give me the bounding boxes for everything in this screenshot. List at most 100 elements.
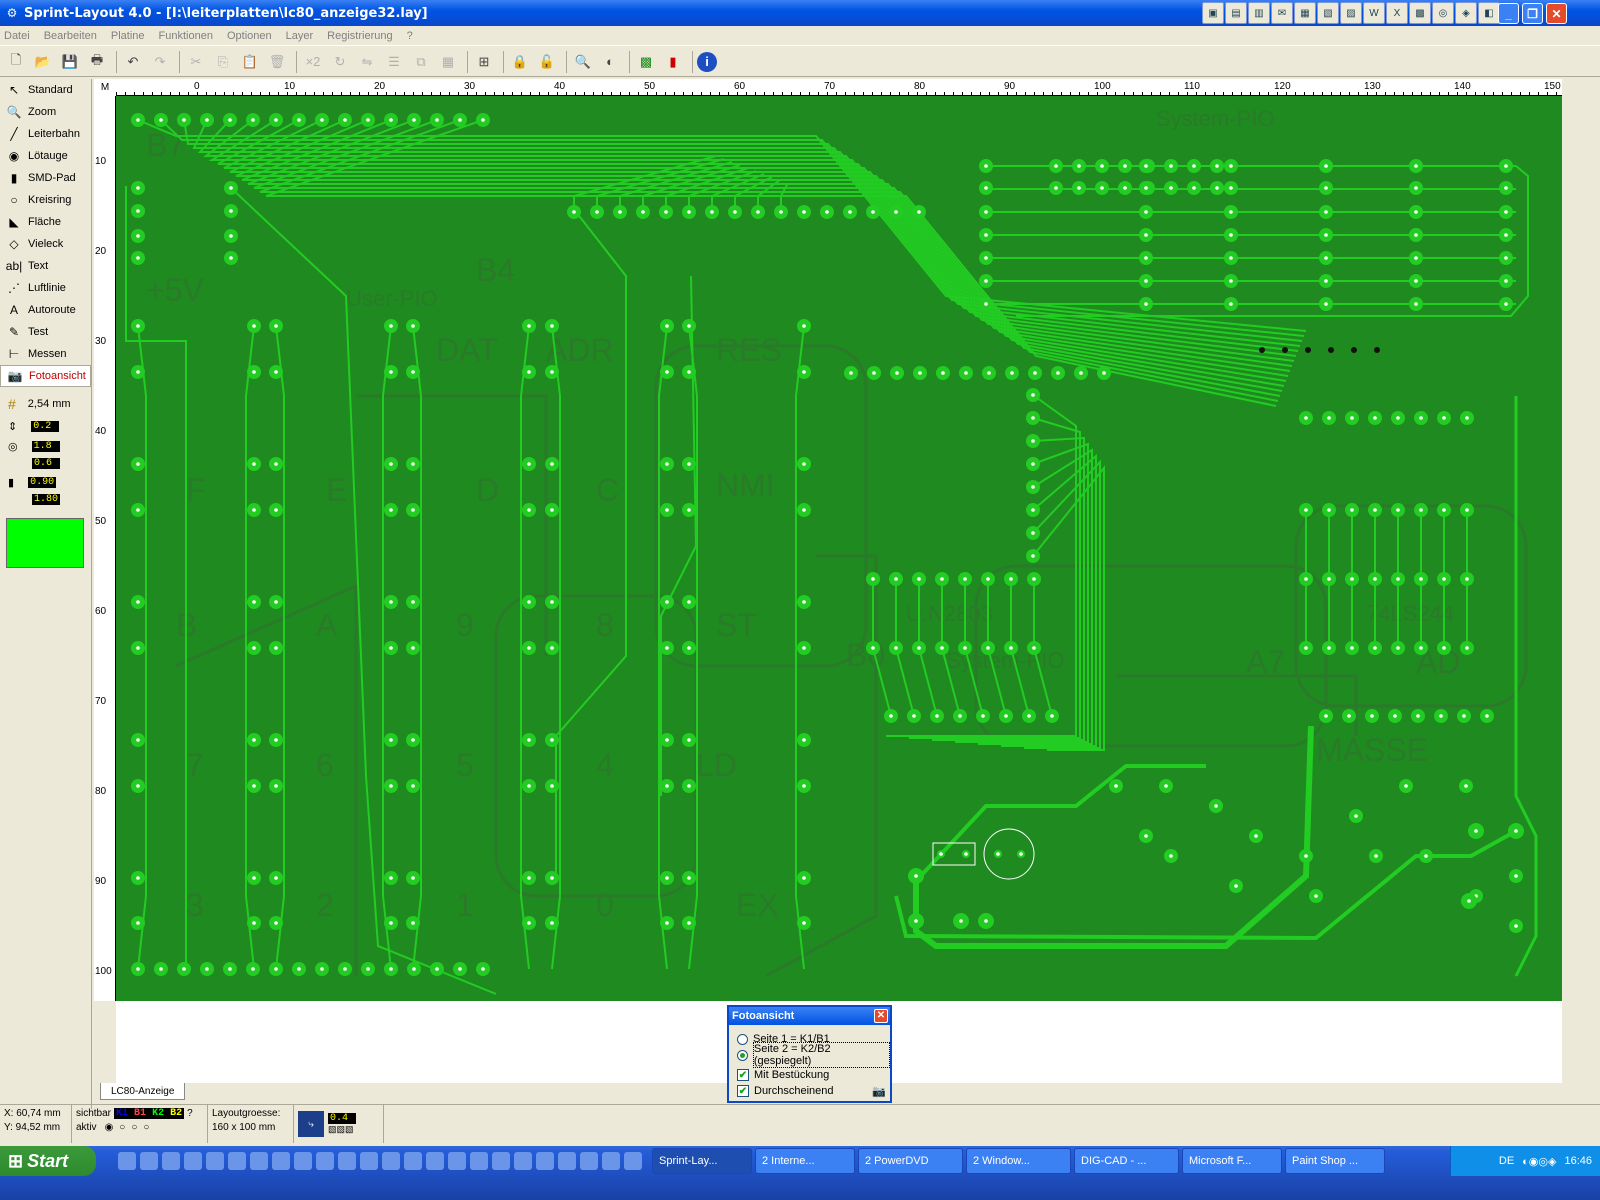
tab-lc80-anzeige[interactable]: LC80-Anzeige: [100, 1083, 186, 1100]
tray-app-icon[interactable]: ▤: [1225, 2, 1247, 24]
copper-track[interactable]: [555, 211, 627, 876]
tool-luftlinie[interactable]: ⋰ Luftlinie: [0, 277, 91, 299]
quicklaunch-icon[interactable]: [118, 1152, 136, 1170]
tool-autoroute[interactable]: A Autoroute: [0, 299, 91, 321]
redo-icon[interactable]: ↷: [148, 50, 172, 74]
tray-app-icon[interactable]: ✉: [1271, 2, 1293, 24]
quicklaunch-icon[interactable]: [404, 1152, 422, 1170]
radio-side-1-control[interactable]: [737, 1033, 748, 1045]
silkscreen-line[interactable]: [356, 394, 548, 656]
tool-zoom[interactable]: 🔍 Zoom: [0, 101, 91, 123]
checkbox-durchscheinend[interactable]: ✔ Durchscheinend 📷: [729, 1083, 890, 1099]
minimize-button[interactable]: _: [1498, 3, 1519, 24]
menu-help[interactable]: ?: [407, 30, 413, 42]
quicklaunch-icon[interactable]: [184, 1152, 202, 1170]
zoom-value[interactable]: 0.4: [328, 1113, 356, 1124]
tool-messen[interactable]: ⊢ Messen: [0, 343, 91, 365]
quicklaunch-icon[interactable]: [470, 1152, 488, 1170]
quicklaunch-icon[interactable]: [492, 1152, 510, 1170]
restore-button[interactable]: ❐: [1522, 3, 1543, 24]
tool-standard[interactable]: ↖ Standard: [0, 79, 91, 101]
cut-icon[interactable]: ✂: [184, 50, 208, 74]
checkbox-bestueckung[interactable]: ✔ Mit Bestückung: [729, 1067, 890, 1083]
quicklaunch-icon[interactable]: [580, 1152, 598, 1170]
macro-icon[interactable]: ⊞: [472, 50, 496, 74]
task-dig-cad[interactable]: DIG-CAD - ...: [1074, 1148, 1179, 1174]
tray-app-icon[interactable]: ◎: [1432, 2, 1454, 24]
via[interactable]: [1374, 347, 1380, 353]
checkbox-durchscheinend-control[interactable]: ✔: [737, 1085, 749, 1097]
menu-layer[interactable]: Layer: [286, 30, 314, 42]
copper-track[interactable]: [596, 158, 725, 212]
quicklaunch-icon[interactable]: [426, 1152, 444, 1170]
copper-track[interactable]: [203, 119, 1297, 357]
layer-k2[interactable]: K2: [152, 1108, 164, 1119]
mirror-icon[interactable]: ⇋: [355, 50, 379, 74]
tray-app-icon[interactable]: ▨: [1340, 2, 1362, 24]
quicklaunch-icon[interactable]: [514, 1152, 532, 1170]
quicklaunch-icon[interactable]: [382, 1152, 400, 1170]
quicklaunch-icon[interactable]: [448, 1152, 466, 1170]
tray-app-icon[interactable]: ◈: [1455, 2, 1477, 24]
close-button[interactable]: ✕: [1546, 3, 1567, 24]
start-button[interactable]: ⊞ Start: [0, 1146, 96, 1176]
layer-b1[interactable]: B1: [134, 1108, 146, 1119]
radio-side-2[interactable]: Seite 2 = K2/B2 (gespiegelt): [729, 1042, 890, 1068]
multiply-icon[interactable]: ×2: [301, 50, 325, 74]
menu-datei[interactable]: Datei: [4, 30, 30, 42]
print-icon[interactable]: 🖶: [85, 50, 109, 74]
via[interactable]: [1305, 347, 1311, 353]
pad-outer-value[interactable]: 1.8: [31, 441, 60, 452]
menu-optionen[interactable]: Optionen: [227, 30, 272, 42]
tray-app-icon[interactable]: W: [1363, 2, 1385, 24]
tray-app-icon[interactable]: ▣: [1202, 2, 1224, 24]
via-tool-icon[interactable]: ⤷: [298, 1111, 324, 1137]
task-sprint-layout[interactable]: Sprint-Lay...: [652, 1148, 752, 1174]
dialog-close-button[interactable]: ✕: [874, 1009, 888, 1023]
smd-w-value[interactable]: 0.90: [28, 477, 57, 488]
pad-inner-value[interactable]: 0.6: [32, 458, 60, 469]
unit-button[interactable]: M: [94, 79, 116, 96]
silkscreen-line[interactable]: [765, 554, 878, 978]
task-microsoft[interactable]: Microsoft F...: [1182, 1148, 1282, 1174]
layer-toggles[interactable]: K1 B1 K2 B2: [114, 1108, 185, 1119]
copper-track[interactable]: [918, 647, 938, 717]
menu-bearbeiten[interactable]: Bearbeiten: [44, 30, 97, 42]
track-width-value[interactable]: 0.2: [31, 421, 60, 432]
via[interactable]: [1282, 347, 1288, 353]
quicklaunch-icon[interactable]: [140, 1152, 158, 1170]
color-swatch[interactable]: [6, 518, 84, 568]
ungroup-icon[interactable]: ▦: [436, 50, 460, 74]
tray-app-icon[interactable]: ▩: [1409, 2, 1431, 24]
quicklaunch-icon[interactable]: [272, 1152, 290, 1170]
tool-l-tauge[interactable]: ◉ Lötauge: [0, 145, 91, 167]
tray-app-icon[interactable]: ▦: [1294, 2, 1316, 24]
rotate-icon[interactable]: ↻: [328, 50, 352, 74]
tray-app-icon[interactable]: X: [1386, 2, 1408, 24]
group-icon[interactable]: ⧉: [409, 50, 433, 74]
pcb-canvas[interactable]: System-PIOUser-PIOB7B4+5VDAT ADR RESNMIDEF…: [116, 96, 1562, 1001]
tray-app-icon[interactable]: ◧: [1478, 2, 1500, 24]
quicklaunch-icon[interactable]: [250, 1152, 268, 1170]
menu-platine[interactable]: Platine: [111, 30, 145, 42]
quicklaunch-icon[interactable]: [558, 1152, 576, 1170]
tool-smd-pad[interactable]: ▮ SMD-Pad: [0, 167, 91, 189]
quicklaunch-icon[interactable]: [206, 1152, 224, 1170]
tool-fotoansicht[interactable]: 📷 Fotoansicht: [0, 365, 91, 387]
undo-icon[interactable]: ↶: [121, 50, 145, 74]
grid-setting[interactable]: # 2,54 mm: [0, 395, 91, 412]
macro-lib-icon[interactable]: ▮: [661, 50, 685, 74]
delete-icon[interactable]: 🗑: [265, 50, 289, 74]
tool-vieleck[interactable]: ◇ Vieleck: [0, 233, 91, 255]
menu-funktionen[interactable]: Funktionen: [159, 30, 213, 42]
tray-app-icon[interactable]: ▥: [1248, 2, 1270, 24]
quicklaunch-icon[interactable]: [338, 1152, 356, 1170]
tool-kreisring[interactable]: ○ Kreisring: [0, 189, 91, 211]
task-windows[interactable]: 2 Window...: [966, 1148, 1071, 1174]
quicklaunch-icon[interactable]: [294, 1152, 312, 1170]
paste-icon[interactable]: 📋: [238, 50, 262, 74]
copper-track[interactable]: [895, 647, 915, 717]
drc-icon[interactable]: ▩: [634, 50, 658, 74]
via[interactable]: [1351, 347, 1357, 353]
tool-leiterbahn[interactable]: ╱ Leiterbahn: [0, 123, 91, 145]
